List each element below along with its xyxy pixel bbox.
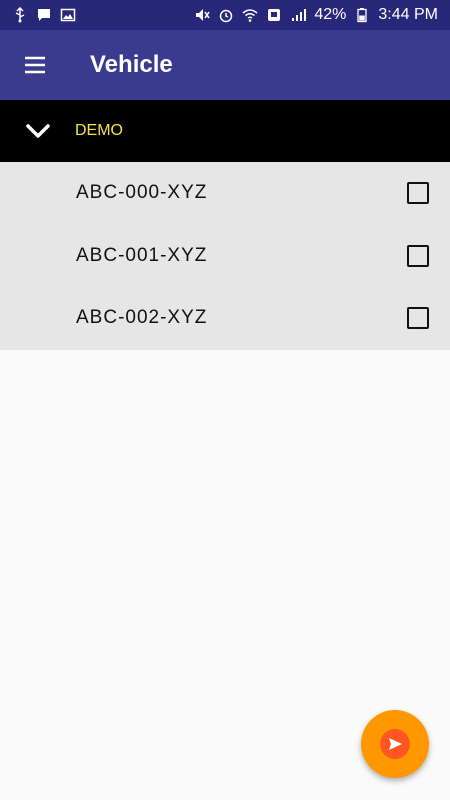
message-icon [36,7,52,23]
vehicle-checkbox[interactable] [407,307,429,330]
menu-button[interactable] [0,30,70,100]
group-header-demo[interactable]: DEMO [0,100,450,162]
send-fab-button[interactable] [361,710,429,778]
alarm-icon [218,7,234,23]
image-icon [60,7,76,23]
vehicle-row[interactable]: ABC-002-XYZ [0,287,450,350]
chevron-down-icon [25,124,50,138]
battery-icon [354,7,370,23]
signal-icon [290,7,307,23]
status-time: 3:44 PM [378,6,438,23]
send-icon-container [380,729,410,759]
status-bar: 42% 3:44 PM [0,0,450,30]
status-left-icons [12,7,76,23]
usb-icon [12,7,28,23]
status-right-icons: 42% 3:44 PM [194,7,438,23]
group-label: DEMO [75,122,123,139]
send-icon [389,738,402,750]
collapse-toggle[interactable] [0,100,75,162]
hamburger-menu-icon [25,56,45,74]
vehicle-row[interactable]: ABC-000-XYZ [0,162,450,225]
vehicle-checkbox[interactable] [407,244,429,267]
vehicle-checkbox[interactable] [407,182,429,205]
wifi-icon [242,7,258,23]
vehicle-list: ABC-000-XYZ ABC-001-XYZ ABC-002-XYZ [0,162,450,350]
page-title: Vehicle [90,51,173,78]
vehicle-label: ABC-001-XYZ [76,244,208,266]
mute-icon [194,7,210,23]
vehicle-row[interactable]: ABC-001-XYZ [0,225,450,288]
battery-percent: 42% [314,6,347,23]
vehicle-label: ABC-000-XYZ [76,182,208,204]
sync-icon [266,7,282,23]
app-bar: Vehicle [0,30,450,100]
vehicle-label: ABC-002-XYZ [76,307,208,329]
